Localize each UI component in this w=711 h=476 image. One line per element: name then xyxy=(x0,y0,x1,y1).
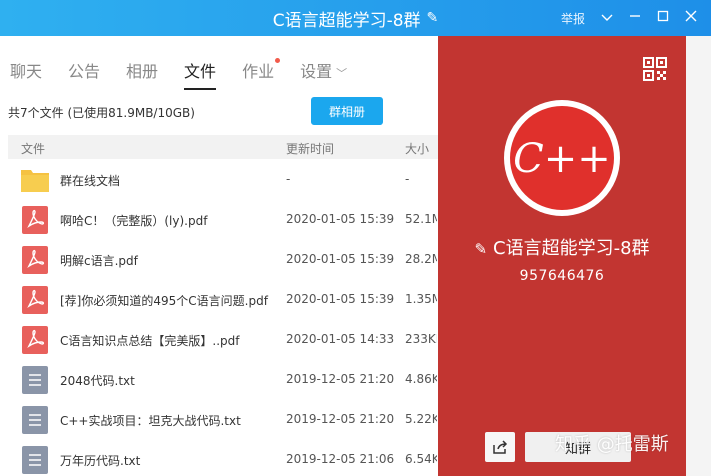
table-row[interactable]: 万年历代码.txt 2019-12-05 21:06 6.54K xyxy=(8,440,438,476)
file-size: 233KE xyxy=(405,332,437,346)
file-size: 4.86K xyxy=(405,372,437,386)
window-title: C语言超能学习-8群 xyxy=(272,10,421,31)
group-number: 957646476 xyxy=(519,268,605,284)
tab-bar: 聊天 公告 相册 文件 作业 设置 ﹀ xyxy=(0,36,437,100)
avatar-text: C++ xyxy=(513,136,611,182)
txt-icon xyxy=(22,446,48,474)
chevron-down-icon[interactable] xyxy=(601,11,613,26)
tab-label: 作业 xyxy=(242,62,275,81)
tab-files[interactable]: 文件 xyxy=(184,44,217,92)
file-time: 2019-12-05 21:20 xyxy=(286,372,395,386)
file-size: - xyxy=(405,172,410,186)
tab-announcement[interactable]: 公告 xyxy=(68,44,100,92)
file-name: 啊哈C！（完整版）(ly).pdf xyxy=(60,214,208,228)
file-name: C语言知识点总结【完美版】..pdf xyxy=(60,334,240,348)
chevron-down-icon: ﹀ xyxy=(336,67,348,80)
file-name: 群在线文档 xyxy=(60,174,121,188)
file-size: 28.2M xyxy=(405,252,437,266)
folder-icon xyxy=(21,170,49,192)
share-button[interactable] xyxy=(485,432,515,462)
file-size: 6.54K xyxy=(405,452,437,466)
close-icon[interactable] xyxy=(685,10,697,26)
file-time: 2020-01-05 15:39 xyxy=(286,292,395,306)
txt-icon xyxy=(22,406,48,434)
pdf-icon xyxy=(22,326,48,354)
minimize-icon[interactable] xyxy=(629,10,641,26)
table-row[interactable]: C语言知识点总结【完美版】..pdf 2020-01-05 14:33 233K… xyxy=(8,320,438,360)
txt-icon xyxy=(22,366,48,394)
tab-label: 聊天 xyxy=(10,62,43,81)
table-row[interactable]: 群在线文档 - - xyxy=(8,160,438,200)
file-time: 2020-01-05 14:33 xyxy=(286,332,395,346)
table-row[interactable]: 2048代码.txt 2019-12-05 21:20 4.86K xyxy=(8,360,438,400)
tab-chat[interactable]: 聊天 xyxy=(10,44,42,92)
file-name: 明解c语言.pdf xyxy=(60,254,138,268)
pdf-icon xyxy=(22,286,48,314)
table-row[interactable]: [荐]你必须知道的495个C语言问题.pdf 2020-01-05 15:39 … xyxy=(8,280,438,320)
group-name-line: ✎ C语言超能学习-8群 xyxy=(438,234,686,260)
table-row[interactable]: C++实战项目：坦克大战代码.txt 2019-12-05 21:20 5.22… xyxy=(8,400,438,440)
column-name[interactable]: 文件 xyxy=(21,140,45,157)
tab-homework[interactable]: 作业 xyxy=(242,44,281,92)
file-name: C++实战项目：坦克大战代码.txt xyxy=(60,414,241,428)
file-time: - xyxy=(286,172,291,186)
file-summary: 共7个文件 (已使用81.9MB/10GB) xyxy=(8,106,195,120)
share-icon xyxy=(493,440,508,454)
tab-album[interactable]: 相册 xyxy=(126,44,158,92)
pdf-icon xyxy=(22,246,48,274)
column-time[interactable]: 更新时间 xyxy=(286,140,334,157)
qrcode-icon[interactable] xyxy=(643,57,667,81)
tab-label: 公告 xyxy=(68,62,101,81)
file-time: 2019-12-05 21:06 xyxy=(286,452,395,466)
file-size: 52.1M xyxy=(405,212,437,226)
column-size[interactable]: 大小 xyxy=(405,140,429,157)
tab-settings[interactable]: 设置 ﹀ xyxy=(300,44,347,92)
table-row[interactable]: 啊哈C！（完整版）(ly).pdf 2020-01-05 15:39 52.1M xyxy=(8,200,438,240)
group-name: C语言超能学习-8群 xyxy=(493,238,650,259)
file-time: 2020-01-05 15:39 xyxy=(286,252,395,266)
title-actions: 举报 xyxy=(561,0,697,36)
album-button[interactable]: 群相册 xyxy=(311,97,383,125)
file-size: 5.22K xyxy=(405,412,437,426)
report-link[interactable]: 举报 xyxy=(561,10,585,27)
file-name: 2048代码.txt xyxy=(60,374,135,388)
pdf-icon xyxy=(22,206,48,234)
edit-icon[interactable]: ✎ xyxy=(427,10,439,26)
file-name: [荐]你必须知道的495个C语言问题.pdf xyxy=(60,294,268,308)
file-time: 2020-01-05 15:39 xyxy=(286,212,395,226)
group-info-panel: C++ ✎ C语言超能学习-8群 957646476 知群 xyxy=(438,36,686,476)
tab-label: 文件 xyxy=(184,62,217,81)
title-bar: C语言超能学习-8群 ✎ 举报 xyxy=(0,0,711,36)
maximize-icon[interactable] xyxy=(657,10,669,26)
group-avatar: C++ xyxy=(504,100,620,216)
edit-icon[interactable]: ✎ xyxy=(474,240,487,258)
table-header: 文件 更新时间 大小 xyxy=(8,135,438,159)
side-strip xyxy=(686,36,711,476)
tab-label: 设置 xyxy=(300,62,333,81)
tab-label: 相册 xyxy=(126,62,159,81)
table-row[interactable]: 明解c语言.pdf 2020-01-05 15:39 28.2M xyxy=(8,240,438,280)
notification-dot xyxy=(275,58,281,63)
file-name: 万年历代码.txt xyxy=(60,454,141,468)
watermark: 知乎 @托雷斯 xyxy=(555,434,669,455)
file-time: 2019-12-05 21:20 xyxy=(286,412,395,426)
file-size: 1.35M xyxy=(405,292,437,306)
file-list: 群在线文档 - - 啊哈C！（完整版）(ly).pdf 2020-01-05 1… xyxy=(8,160,438,476)
